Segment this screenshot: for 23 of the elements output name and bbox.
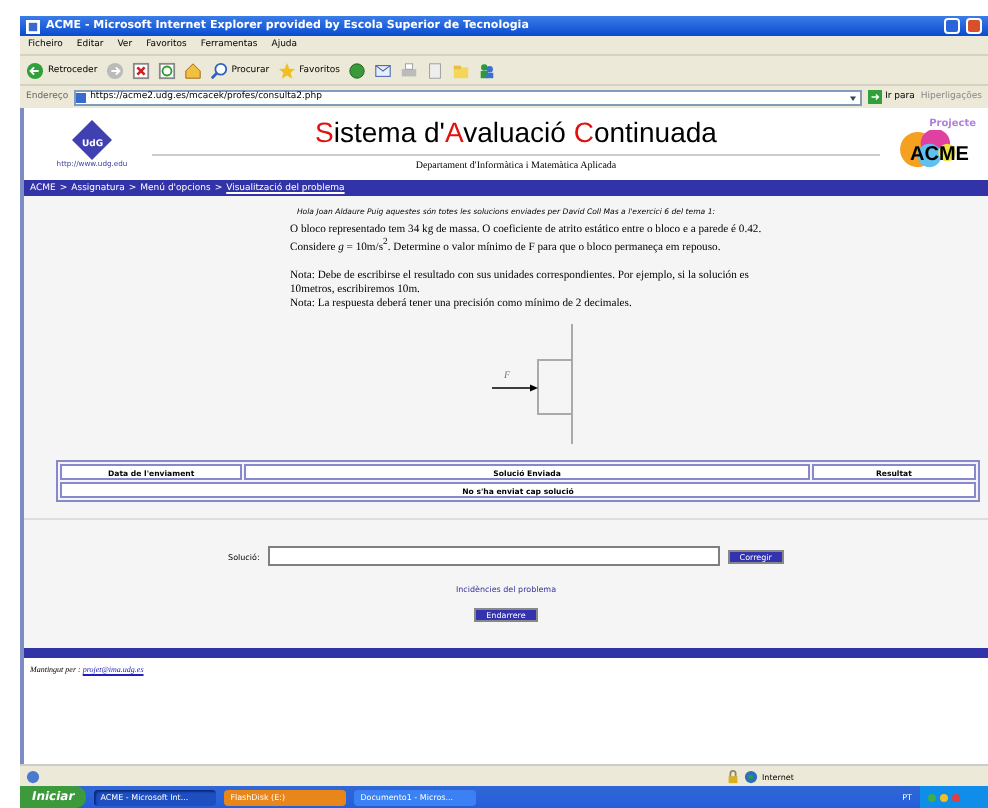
home-icon[interactable] [183,61,202,79]
logo-text: ACME [910,144,969,166]
block [537,359,573,416]
wall-line [571,324,573,445]
forward-icon[interactable] [105,61,124,79]
go-arrow-icon [867,90,882,104]
back-icon [26,61,44,79]
university-logo [72,120,112,160]
solution-field[interactable] [267,546,720,567]
stop-icon[interactable] [131,61,150,79]
close-button[interactable] [966,18,982,34]
force-arrow [491,385,538,393]
mail-icon[interactable] [373,61,392,79]
star-icon [277,61,296,79]
site-title: Sistema d'Avaluació Continuada [315,116,717,148]
printer-icon[interactable] [399,61,418,79]
document-icon[interactable] [425,61,444,79]
minimize-button[interactable] [944,18,960,34]
search-icon [209,61,228,79]
people-icon[interactable] [477,61,496,79]
dropdown-icon [847,91,858,103]
lock-icon [726,769,740,783]
browser-icon [26,19,40,33]
